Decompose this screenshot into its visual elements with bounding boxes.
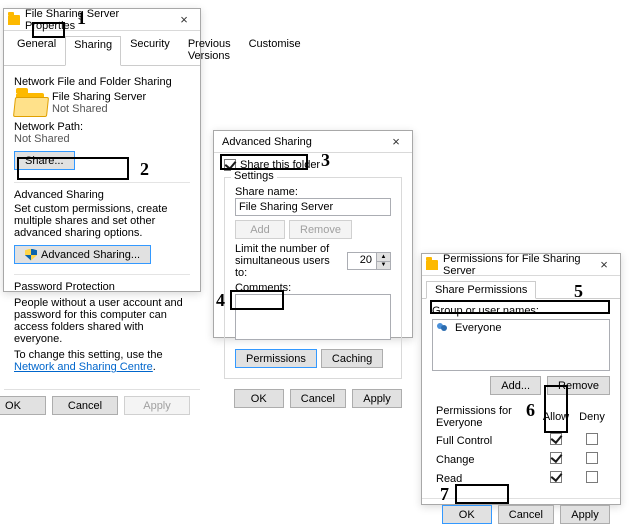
ok-button[interactable]: OK — [234, 389, 284, 408]
network-path-value: Not Shared — [14, 133, 190, 145]
apply-button[interactable]: Apply — [124, 396, 190, 415]
folder-icon — [426, 260, 438, 270]
advanced-sharing-dialog: Advanced Sharing × Share this folder Set… — [213, 130, 413, 338]
perm-row-read: Read — [432, 469, 610, 488]
tab-sharing[interactable]: Sharing — [65, 36, 121, 66]
folder-large-icon — [16, 93, 44, 115]
change-deny-checkbox[interactable] — [586, 452, 598, 464]
tab-customise[interactable]: Customise — [240, 35, 310, 65]
full-control-deny-checkbox[interactable] — [586, 433, 598, 445]
folder-icon — [8, 15, 20, 25]
properties-tabs: General Sharing Security Previous Versio… — [4, 31, 200, 66]
deny-header: Deny — [579, 411, 605, 423]
allow-header: Allow — [543, 411, 569, 423]
change-allow-checkbox[interactable] — [550, 452, 562, 464]
properties-title: File Sharing Server Properties — [25, 8, 172, 32]
share-button[interactable]: Share... — [14, 151, 75, 170]
share-name-label: Share name: — [235, 186, 391, 198]
ok-button[interactable]: OK — [0, 396, 46, 415]
tab-general[interactable]: General — [8, 35, 65, 65]
group-icon — [437, 323, 451, 333]
comments-label: Comments: — [235, 282, 391, 294]
group-user-names-label: Group or user names: — [432, 305, 610, 317]
remove-user-button[interactable]: Remove — [547, 376, 610, 395]
add-user-button[interactable]: Add... — [490, 376, 541, 395]
shield-icon — [25, 249, 37, 261]
read-allow-checkbox[interactable] — [550, 471, 562, 483]
advanced-sharing-button[interactable]: Advanced Sharing... — [14, 245, 151, 264]
remove-share-button[interactable]: Remove — [289, 220, 352, 239]
close-icon[interactable]: × — [384, 134, 408, 149]
settings-legend: Settings — [231, 170, 277, 182]
apply-button[interactable]: Apply — [560, 505, 610, 524]
limit-users-value[interactable]: 20 — [348, 253, 376, 269]
close-icon[interactable]: × — [172, 12, 196, 27]
network-path-label: Network Path: — [14, 121, 190, 133]
share-status: Not Shared — [52, 103, 146, 115]
comments-input[interactable] — [235, 294, 391, 340]
spinner-down-icon[interactable]: ▼ — [376, 262, 390, 270]
close-icon[interactable]: × — [592, 257, 616, 272]
share-name: File Sharing Server — [52, 91, 146, 103]
spinner-up-icon[interactable]: ▲ — [376, 253, 390, 262]
cancel-button[interactable]: Cancel — [52, 396, 118, 415]
apply-button[interactable]: Apply — [352, 389, 402, 408]
add-share-button[interactable]: Add — [235, 220, 285, 239]
tab-security[interactable]: Security — [121, 35, 179, 65]
adv-title: Advanced Sharing — [218, 136, 384, 148]
cancel-button[interactable]: Cancel — [290, 389, 346, 408]
limit-users-spinner[interactable]: 20 ▲▼ — [347, 252, 391, 270]
tab-share-permissions[interactable]: Share Permissions — [426, 281, 536, 299]
adv-sharing-desc: Set custom permissions, create multiple … — [14, 203, 190, 239]
read-deny-checkbox[interactable] — [586, 471, 598, 483]
pwd-protection-legend: Password Protection — [14, 281, 190, 293]
permissions-table: Permissions for Everyone Allow Deny Full… — [432, 403, 610, 488]
limit-users-label: Limit the number of simultaneous users t… — [235, 243, 341, 279]
permissions-button[interactable]: Permissions — [235, 349, 317, 368]
perm-title: Permissions for File Sharing Server — [443, 253, 592, 277]
perm-titlebar: Permissions for File Sharing Server × — [422, 254, 620, 276]
adv-sharing-legend: Advanced Sharing — [14, 189, 190, 201]
network-sharing-centre-link[interactable]: Network and Sharing Centre — [14, 361, 153, 373]
cancel-button[interactable]: Cancel — [498, 505, 554, 524]
net-sharing-legend: Network File and Folder Sharing — [14, 76, 190, 88]
permissions-dialog: Permissions for File Sharing Server × Sh… — [421, 253, 621, 505]
pwd-line2: To change this setting, use the Network … — [14, 349, 190, 373]
properties-titlebar: File Sharing Server Properties × — [4, 9, 200, 31]
adv-titlebar: Advanced Sharing × — [214, 131, 412, 153]
share-name-input[interactable] — [235, 198, 391, 216]
tab-previous-versions[interactable]: Previous Versions — [179, 35, 240, 65]
pwd-line1: People without a user account and passwo… — [14, 297, 190, 345]
advanced-sharing-button-label: Advanced Sharing... — [41, 249, 140, 261]
perm-for-label: Permissions for Everyone — [436, 405, 512, 429]
full-control-allow-checkbox[interactable] — [550, 433, 562, 445]
caching-button[interactable]: Caching — [321, 349, 383, 368]
perm-row-full-control: Full Control — [432, 431, 610, 450]
everyone-label: Everyone — [455, 322, 501, 334]
user-listbox[interactable]: Everyone — [432, 319, 610, 371]
list-item-everyone[interactable]: Everyone — [433, 320, 609, 336]
properties-dialog: File Sharing Server Properties × General… — [3, 8, 201, 292]
ok-button[interactable]: OK — [442, 505, 492, 524]
perm-row-change: Change — [432, 450, 610, 469]
